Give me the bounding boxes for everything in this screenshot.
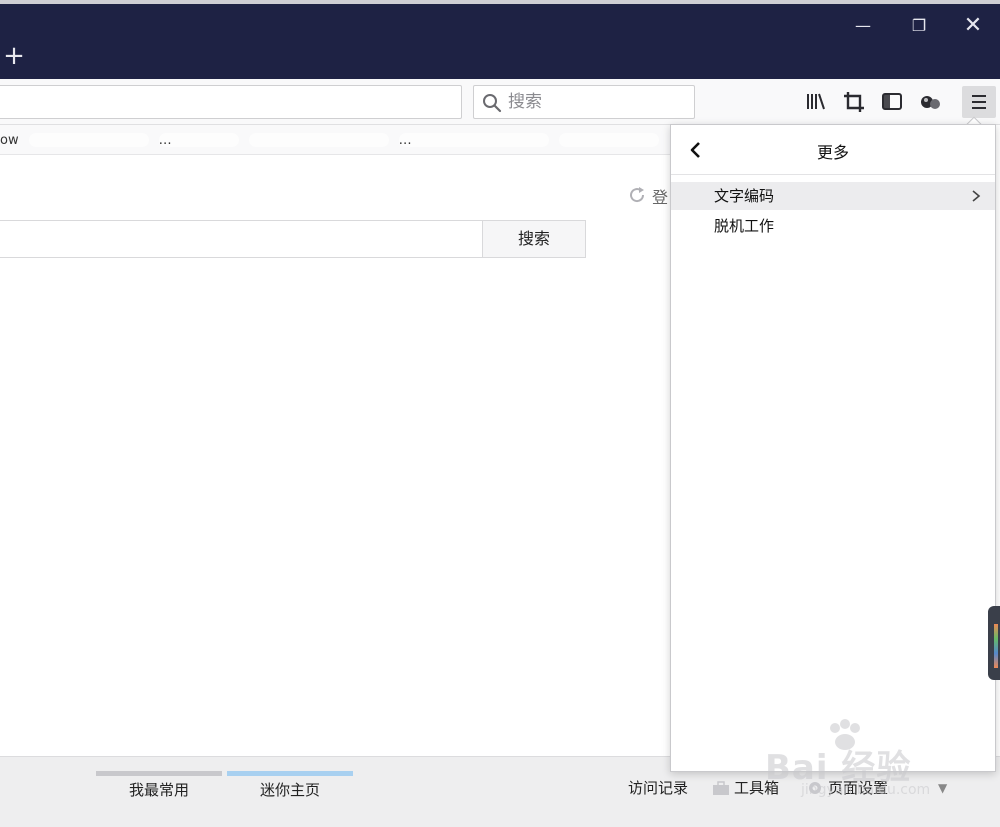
page-settings-label: 页面设置 — [828, 779, 889, 797]
chevron-down-icon[interactable]: ▼ — [938, 781, 952, 795]
side-scroll-handle[interactable] — [988, 606, 1000, 680]
tab-indicator — [96, 771, 222, 776]
url-bar[interactable] — [0, 85, 462, 119]
bookmark-item[interactable]: … — [398, 133, 549, 148]
bookmark-item[interactable]: … — [158, 133, 239, 148]
tab-label: 迷你主页 — [259, 781, 320, 799]
tab-label: 我最常用 — [128, 781, 189, 799]
close-button[interactable]: ✕ — [950, 12, 996, 42]
page-settings-link[interactable]: 页面设置 — [806, 777, 888, 798]
title-bar: + — ❐ ✕ — [0, 0, 1000, 79]
login-link[interactable]: 登 — [652, 184, 668, 208]
bookmarks-toolbar: ow … … — [0, 125, 680, 155]
hamburger-menu-button[interactable] — [962, 86, 996, 118]
minimize-button[interactable]: — — [840, 12, 886, 42]
sidebar-icon[interactable] — [879, 89, 905, 115]
bookmark-item[interactable] — [558, 133, 659, 147]
toolbox-icon — [713, 780, 729, 795]
extension-icon[interactable] — [918, 89, 944, 115]
toolbox-link[interactable]: 工具箱 — [712, 777, 779, 798]
history-link[interactable]: 访问记录 — [628, 777, 688, 798]
search-input[interactable] — [508, 90, 688, 114]
handle-indicator — [994, 624, 998, 668]
search-icon — [483, 94, 502, 113]
panel-header: 更多 — [671, 125, 995, 175]
panel-title: 更多 — [816, 143, 849, 162]
settings-icon — [809, 781, 821, 794]
menu-item-label: 文字编码 — [714, 187, 775, 205]
more-menu-panel: 更多 文字编码 脱机工作 — [670, 124, 996, 772]
hamburger-menu-icon — [972, 95, 986, 109]
page-search-button[interactable]: 搜索 — [482, 220, 586, 258]
library-icon[interactable] — [803, 89, 829, 115]
chevron-right-icon — [972, 190, 981, 202]
menu-item-text-encoding[interactable]: 文字编码 — [671, 182, 995, 210]
bookmark-item[interactable] — [28, 133, 149, 147]
navigation-toolbar — [0, 79, 1000, 125]
tab-mini-homepage[interactable]: 迷你主页 — [227, 771, 353, 800]
screenshot-crop-icon[interactable] — [841, 89, 867, 115]
bookmark-item[interactable] — [248, 133, 389, 147]
new-tab-button[interactable]: + — [2, 43, 26, 69]
search-bar[interactable] — [473, 85, 695, 119]
menu-item-label: 脱机工作 — [714, 217, 775, 235]
menu-item-work-offline[interactable]: 脱机工作 — [671, 212, 995, 240]
restore-button[interactable]: ❐ — [896, 12, 942, 42]
tab-most-used[interactable]: 我最常用 — [96, 771, 222, 800]
refresh-icon[interactable] — [628, 186, 646, 204]
page-search-input[interactable] — [0, 220, 482, 258]
bookmark-item[interactable]: ow — [0, 133, 19, 148]
tab-indicator — [227, 771, 353, 776]
toolbox-label: 工具箱 — [734, 779, 780, 797]
